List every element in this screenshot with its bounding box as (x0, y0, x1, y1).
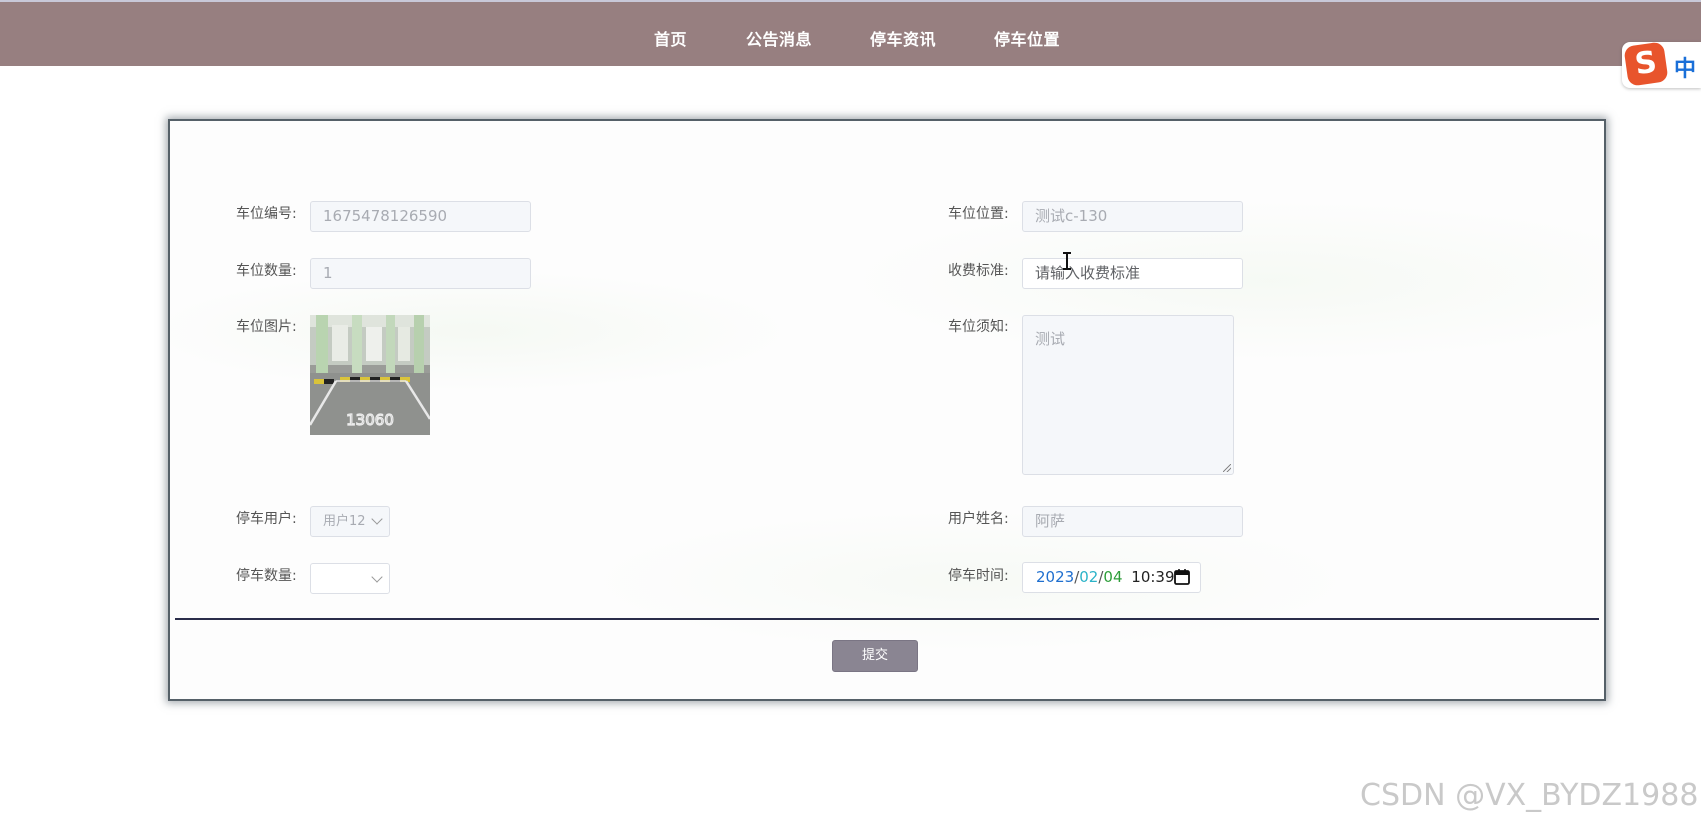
parking-user-value: 用户12 (323, 514, 366, 529)
ime-toolbar[interactable]: S 中 (1622, 41, 1701, 88)
ime-language-indicator[interactable]: 中 (1674, 51, 1696, 83)
space-location-field[interactable]: 测试c-130 (1022, 201, 1243, 232)
nav-item-home[interactable]: 首页 (654, 26, 687, 50)
space-image-label: 车位图片: (236, 319, 297, 335)
chevron-down-icon (371, 571, 383, 583)
space-notice-label: 车位须知: (948, 319, 1009, 335)
parking-time-month[interactable]: 02 (1079, 568, 1098, 586)
csdn-watermark: CSDN @VX_BYDZ1988 (1360, 778, 1699, 813)
chevron-down-icon (371, 513, 383, 525)
parking-user-label: 停车用户: (236, 511, 297, 527)
calendar-icon[interactable] (1172, 567, 1192, 587)
fee-standard-label: 收费标准: (948, 263, 1009, 279)
text-cursor-icon (1063, 252, 1071, 270)
space-count-label: 车位数量: (236, 263, 297, 279)
form-divider (175, 618, 1599, 620)
space-location-label: 车位位置: (948, 206, 1009, 222)
parking-user-select[interactable]: 用户12 (310, 506, 390, 537)
resize-handle-icon[interactable] (1223, 464, 1231, 472)
nav-item-parking-news[interactable]: 停车资讯 (870, 26, 936, 50)
parking-space-photo: 13060 (310, 315, 430, 435)
parking-count-select[interactable] (310, 563, 390, 594)
space-number-field[interactable]: 1675478126590 (310, 201, 531, 232)
parking-time-year[interactable]: 2023 (1036, 568, 1074, 586)
top-nav-bar: 首页 公告消息 停车资讯 停车位置 (0, 0, 1701, 66)
submit-button[interactable]: 提交 (832, 640, 918, 672)
space-number-label: 车位编号: (236, 206, 297, 222)
fee-standard-input[interactable]: 请输入收费标准 (1022, 258, 1243, 289)
space-count-field[interactable]: 1 (310, 258, 531, 289)
parking-time-day[interactable]: 04 (1103, 568, 1122, 586)
parking-count-label: 停车数量: (236, 568, 297, 584)
user-name-label: 用户姓名: (948, 511, 1009, 527)
parking-time-input[interactable]: 2023/02/04 10:39 (1022, 562, 1201, 593)
main-nav: 首页 公告消息 停车资讯 停车位置 (0, 2, 1701, 68)
space-notice-textarea[interactable]: 测试 (1022, 315, 1234, 475)
user-name-field[interactable]: 阿萨 (1022, 506, 1243, 537)
space-notice-text: 测试 (1035, 330, 1066, 348)
nav-item-announcements[interactable]: 公告消息 (746, 26, 812, 50)
parking-time-label: 停车时间: (948, 568, 1009, 584)
parking-time-clock[interactable]: 10:39 (1131, 568, 1174, 586)
sogou-logo-icon: S (1623, 41, 1669, 87)
space-image[interactable]: 13060 (310, 315, 430, 435)
nav-item-parking-location[interactable]: 停车位置 (994, 26, 1060, 50)
parking-space-number-text: 13060 (346, 411, 394, 429)
